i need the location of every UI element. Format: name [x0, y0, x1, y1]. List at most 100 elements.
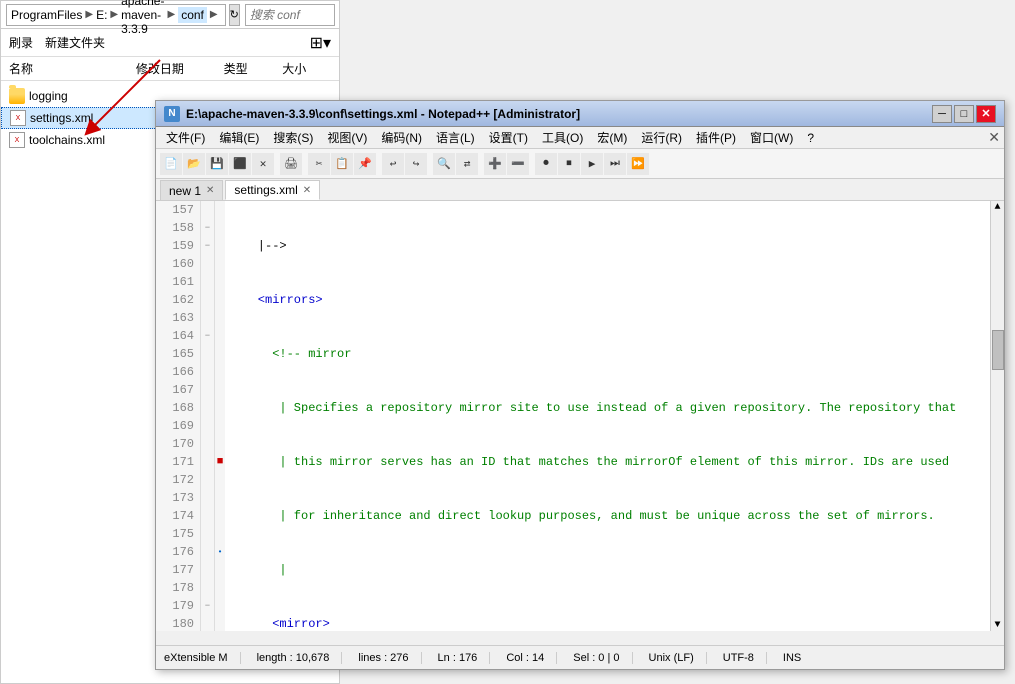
menu-macro[interactable]: 宏(M) — [591, 128, 633, 147]
fold-173 — [201, 489, 214, 507]
menu-window[interactable]: 窗口(W) — [744, 128, 799, 147]
code-line-164: <mirror> — [229, 615, 1000, 631]
code-line-160: | Specifies a repository mirror site to … — [229, 399, 1000, 417]
menu-search[interactable]: 搜索(S) — [267, 128, 319, 147]
tb-close[interactable]: ✕ — [252, 153, 274, 175]
tab-new1[interactable]: new 1 ✕ — [160, 180, 223, 200]
menu-help[interactable]: ? — [801, 130, 820, 146]
tb-macro-record[interactable]: ⏺ — [535, 153, 557, 175]
tb-macro-run[interactable]: ⏩ — [627, 153, 649, 175]
view-toggle-button[interactable]: ⊞▾ — [310, 33, 331, 53]
menu-plugins[interactable]: 插件(P) — [690, 128, 742, 147]
menu-language[interactable]: 语言(L) — [430, 128, 481, 147]
menu-file[interactable]: 文件(F) — [160, 128, 211, 147]
ln-168: 168 — [156, 399, 194, 417]
back-link[interactable]: 刷录 — [9, 34, 33, 51]
fold-178 — [201, 579, 214, 597]
tb-macro-stop[interactable]: ⏹ — [558, 153, 580, 175]
tb-print[interactable]: 🖨 — [280, 153, 302, 175]
fold-171 — [201, 453, 214, 471]
xml-file-icon: X — [10, 110, 26, 126]
new-folder-link[interactable]: 新建文件夹 — [45, 34, 105, 51]
ln-162: 162 — [156, 291, 194, 309]
tb-save-all[interactable]: ⬛ — [229, 153, 251, 175]
restore-button[interactable]: □ — [954, 105, 974, 123]
fold-163 — [201, 309, 214, 327]
fold-162 — [201, 291, 214, 309]
code-content[interactable]: |--> <mirrors> <!-- mirror | Specifies a… — [225, 201, 1004, 631]
status-mode: INS — [783, 652, 801, 664]
ln-164: 164 — [156, 327, 194, 345]
editor-area[interactable]: 157 158 159 160 161 162 163 164 165 166 … — [156, 201, 1004, 631]
menu-close-x[interactable]: ✕ — [988, 129, 1000, 146]
notepad-app-icon: N — [164, 106, 180, 122]
col-header-size[interactable]: 大小 — [282, 60, 331, 77]
ln-170: 170 — [156, 435, 194, 453]
tb-open[interactable]: 📂 — [183, 153, 205, 175]
fold-158[interactable]: − — [201, 219, 214, 237]
tb-paste[interactable]: 📌 — [354, 153, 376, 175]
menu-bar: 文件(F) 编辑(E) 搜索(S) 视图(V) 编码(N) 语言(L) 设置(T… — [156, 127, 1004, 149]
menu-encode[interactable]: 编码(N) — [375, 128, 428, 147]
ln-178: 178 — [156, 579, 194, 597]
scroll-up-button[interactable]: ▲ — [991, 201, 1004, 213]
tab-settings-xml[interactable]: settings.xml ✕ — [225, 180, 320, 200]
tb-undo[interactable]: ↩ — [382, 153, 404, 175]
status-encoding: UTF-8 — [723, 652, 767, 664]
fold-179[interactable]: − — [201, 597, 214, 615]
ind-177 — [215, 561, 225, 579]
tb-zoom-out[interactable]: ➖ — [507, 153, 529, 175]
tb-copy[interactable]: 📋 — [331, 153, 353, 175]
ind-175 — [215, 525, 225, 543]
menu-tools[interactable]: 工具(O) — [536, 128, 589, 147]
ln-163: 163 — [156, 309, 194, 327]
ln-160: 160 — [156, 255, 194, 273]
minimize-button[interactable]: ─ — [932, 105, 952, 123]
menu-view[interactable]: 视图(V) — [321, 128, 373, 147]
status-bar: eXtensible M length : 10,678 lines : 276… — [156, 645, 1004, 669]
fold-176 — [201, 543, 214, 561]
scroll-thumb[interactable] — [992, 330, 1004, 370]
refresh-button[interactable]: ↻ — [229, 4, 240, 26]
ln-172: 172 — [156, 471, 194, 489]
tb-macro-play[interactable]: ▶ — [581, 153, 603, 175]
tb-cut[interactable]: ✂ — [308, 153, 330, 175]
status-lines: lines : 276 — [358, 652, 421, 664]
scroll-down-button[interactable]: ▼ — [991, 619, 1004, 631]
tb-new[interactable]: 📄 — [160, 153, 182, 175]
search-input[interactable] — [245, 4, 335, 26]
tb-redo[interactable]: ↪ — [405, 153, 427, 175]
ln-175: 175 — [156, 525, 194, 543]
tb-find[interactable]: 🔍 — [433, 153, 455, 175]
menu-run[interactable]: 运行(R) — [635, 128, 688, 147]
ind-171: ■ — [215, 453, 225, 471]
menu-settings[interactable]: 设置(T) — [483, 128, 534, 147]
code-line-157: |--> — [229, 237, 1000, 255]
fold-170 — [201, 435, 214, 453]
menu-edit[interactable]: 编辑(E) — [213, 128, 265, 147]
tb-replace[interactable]: ⇄ — [456, 153, 478, 175]
vertical-scrollbar[interactable]: ▲ ▼ — [990, 201, 1004, 631]
fold-174 — [201, 507, 214, 525]
path-bar[interactable]: ProgramFiles ▶ E: ▶ apache-maven-3.3.9 ▶… — [6, 4, 226, 26]
ind-165 — [215, 345, 225, 363]
fold-160 — [201, 255, 214, 273]
tab-settings-xml-close[interactable]: ✕ — [303, 185, 311, 196]
status-sel: Sel : 0 | 0 — [573, 652, 632, 664]
close-button[interactable]: ✕ — [976, 105, 996, 123]
tb-save[interactable]: 💾 — [206, 153, 228, 175]
fold-164[interactable]: − — [201, 327, 214, 345]
ind-158 — [215, 219, 225, 237]
tb-zoom-in[interactable]: ➕ — [484, 153, 506, 175]
col-header-type[interactable]: 类型 — [224, 60, 283, 77]
fold-175 — [201, 525, 214, 543]
xml-file-icon-2: X — [9, 132, 25, 148]
tab-new1-close[interactable]: ✕ — [206, 185, 214, 196]
toolbar: 📄 📂 💾 ⬛ ✕ 🖨 ✂ 📋 📌 ↩ ↪ 🔍 ⇄ ➕ ➖ ⏺ ⏹ ▶ ⏭ ⏩ — [156, 149, 1004, 179]
fold-159[interactable]: − — [201, 237, 214, 255]
ln-157: 157 — [156, 201, 194, 219]
status-unix: Unix (LF) — [649, 652, 707, 664]
ind-179 — [215, 597, 225, 615]
tb-macro-save[interactable]: ⏭ — [604, 153, 626, 175]
ind-160 — [215, 255, 225, 273]
